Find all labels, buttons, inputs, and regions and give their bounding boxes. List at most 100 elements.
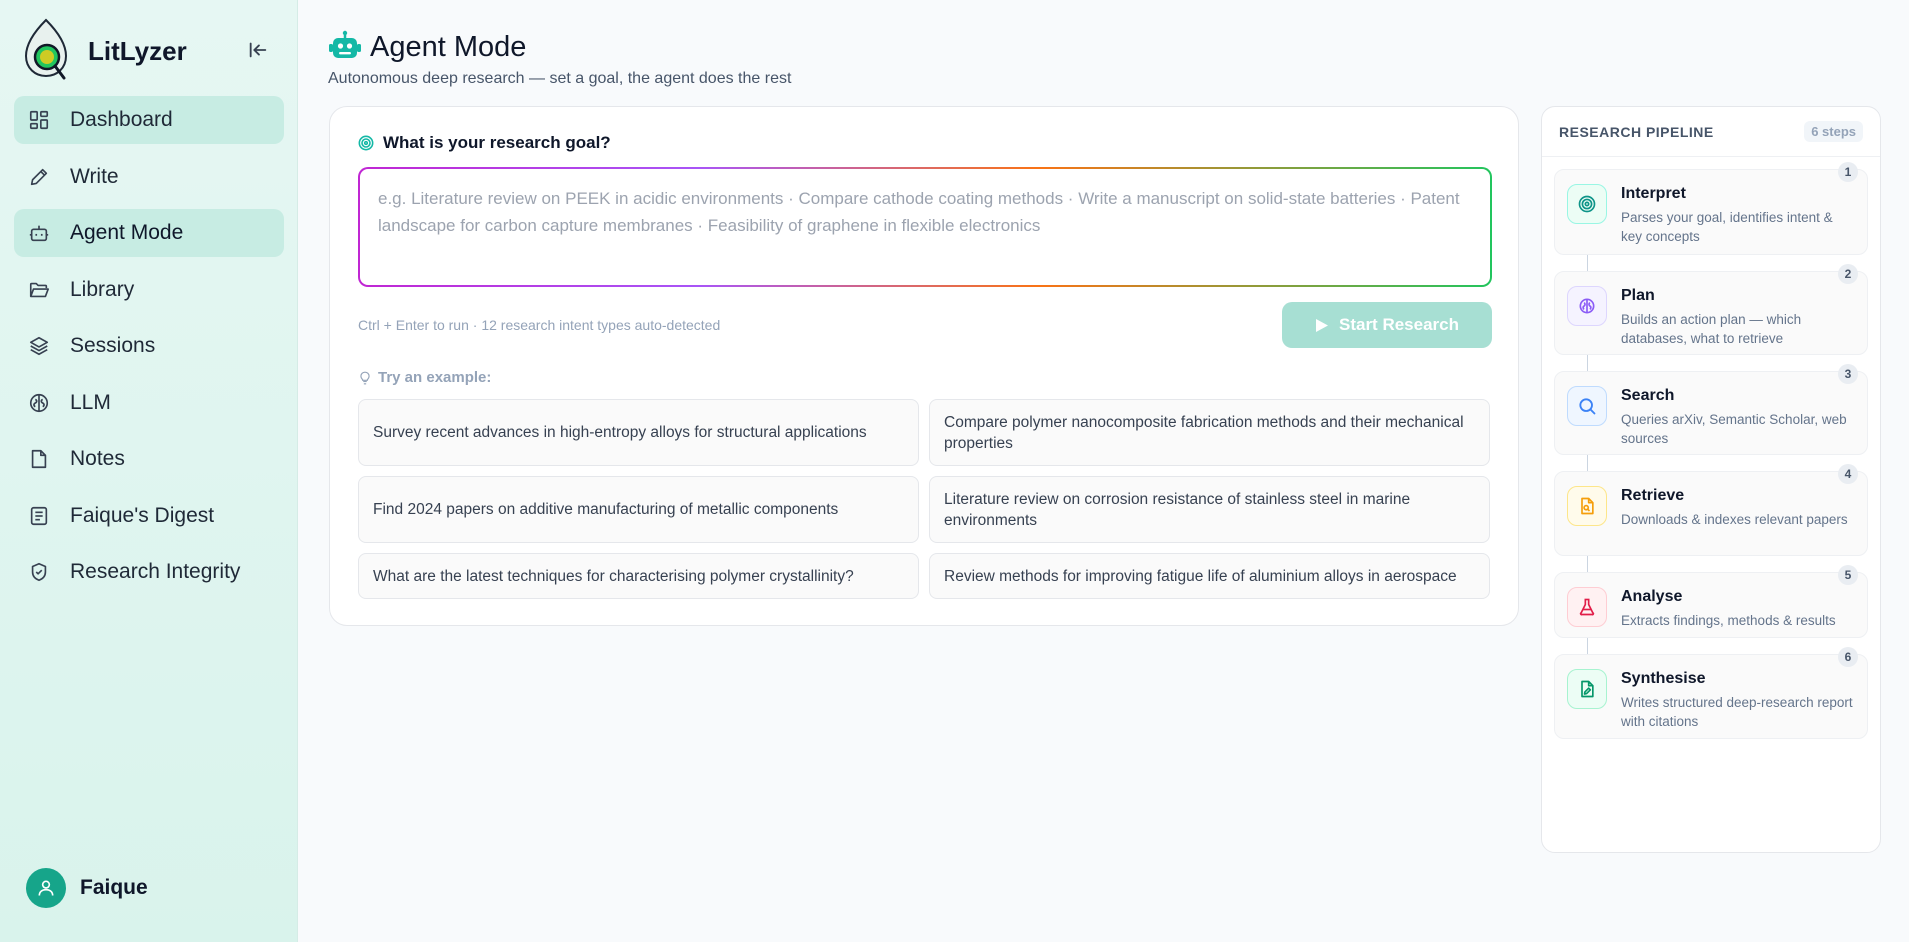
dashboard-icon	[29, 110, 49, 130]
step-description: Queries arXiv, Semantic Scholar, web sou…	[1621, 412, 1847, 446]
collapse-left-icon	[249, 42, 267, 58]
flask-icon	[1579, 598, 1595, 616]
research-pipeline-panel: RESEARCH PIPELINE 6 steps 1 Interpret Pa…	[1541, 106, 1881, 853]
step-description: Writes structured deep-research report w…	[1621, 695, 1853, 729]
user-icon	[38, 880, 54, 896]
sidebar-item-llm[interactable]: LLM	[14, 379, 284, 427]
example-prompts: Survey recent advances in high-entropy a…	[358, 399, 1492, 599]
goal-input-border	[358, 167, 1492, 287]
example-prompt[interactable]: Survey recent advances in high-entropy a…	[358, 399, 919, 466]
sidebar-item-notes[interactable]: Notes	[14, 435, 284, 483]
sidebar-item-dashboard[interactable]: Dashboard	[14, 96, 284, 144]
example-prompt[interactable]: Review methods for improving fatigue lif…	[929, 553, 1490, 599]
example-prompt[interactable]: Literature review on corrosion resistanc…	[929, 476, 1490, 543]
step-icon-box	[1567, 386, 1607, 426]
pipeline-step-plan: 2 Plan Builds an action plan — which dat…	[1554, 264, 1868, 355]
step-icon-box	[1567, 184, 1607, 224]
example-prompt[interactable]: Find 2024 papers on additive manufacturi…	[358, 476, 919, 543]
sidebar-item-sessions[interactable]: Sessions	[14, 322, 284, 370]
step-number: 5	[1838, 565, 1858, 585]
folder-icon	[29, 282, 49, 297]
litlyzer-logo-icon	[24, 18, 68, 80]
pipeline-step-synthesise: 6 Synthesise Writes structured deep-rese…	[1554, 647, 1868, 739]
pencil-icon	[30, 168, 48, 185]
sidebar-item-label: Faique's Digest	[70, 503, 215, 527]
research-goal-input[interactable]	[360, 169, 1490, 285]
sidebar-item-research-integrity[interactable]: Research Integrity	[14, 548, 284, 596]
goal-label: What is your research goal?	[383, 133, 611, 152]
app-name: LitLyzer	[88, 35, 187, 66]
target-icon	[1578, 195, 1596, 213]
sidebar-item-label: Agent Mode	[70, 221, 184, 244]
step-name: Search	[1621, 387, 1675, 404]
step-connector	[1587, 255, 1588, 271]
sidebar-item-label: Research Integrity	[70, 560, 241, 583]
sidebar-item-label: Library	[70, 277, 135, 301]
sidebar-item-digest[interactable]: Faique's Digest	[14, 492, 284, 540]
example-prompt[interactable]: What are the latest techniques for chara…	[358, 553, 919, 599]
layers-icon	[29, 336, 49, 356]
examples-label: Try an example:	[378, 369, 492, 386]
sidebar-nav: Dashboard Write Agent Mode Library Sessi…	[14, 96, 284, 605]
sidebar-item-write[interactable]: Write	[14, 153, 284, 201]
step-connector	[1587, 455, 1588, 471]
step-number: 2	[1838, 264, 1858, 284]
step-connector	[1587, 556, 1588, 572]
research-goal-card: What is your research goal? Ctrl + Enter…	[329, 106, 1519, 626]
lightbulb-icon	[360, 371, 370, 384]
page-subtitle: Autonomous deep research — set a goal, t…	[328, 70, 792, 87]
brain-icon	[29, 393, 49, 412]
pipeline-step-count: 6 steps	[1804, 121, 1863, 142]
search-icon	[1579, 398, 1596, 415]
pipeline-step-analyse: 5 Analyse Extracts findings, methods & r…	[1554, 565, 1868, 638]
step-name: Analyse	[1621, 588, 1683, 605]
sidebar-item-label: Write	[70, 164, 119, 188]
step-connector	[1587, 638, 1588, 654]
step-number: 6	[1838, 647, 1858, 667]
target-icon	[358, 135, 374, 151]
step-name: Interpret	[1621, 185, 1686, 202]
step-name: Plan	[1621, 287, 1655, 304]
step-description: Parses your goal, identifies intent & ke…	[1621, 210, 1833, 244]
file-pen-icon	[1581, 680, 1594, 698]
pipeline-step-retrieve: 4 Retrieve Downloads & indexes relevant …	[1554, 464, 1868, 556]
step-connector	[1587, 355, 1588, 371]
pipeline-step-search: 3 Search Queries arXiv, Semantic Scholar…	[1554, 364, 1868, 455]
sidebar-item-label: LLM	[70, 390, 111, 414]
start-research-label: Start Research	[1338, 315, 1459, 334]
file-search-icon	[1581, 497, 1594, 515]
sidebar-item-label: Sessions	[70, 334, 156, 357]
example-prompt[interactable]: Compare polymer nanocomposite fabricatio…	[929, 399, 1490, 466]
sidebar-item-label: Notes	[70, 447, 125, 470]
step-icon-box	[1567, 486, 1607, 526]
brain-icon	[1579, 298, 1595, 314]
step-number: 3	[1838, 364, 1858, 384]
sidebar-item-agent-mode[interactable]: Agent Mode	[14, 209, 284, 257]
page-title: Agent Mode	[370, 30, 527, 63]
collapse-sidebar-button[interactable]	[244, 36, 272, 64]
step-name: Retrieve	[1621, 487, 1685, 504]
note-icon	[31, 449, 47, 469]
brand[interactable]: LitLyzer	[20, 18, 187, 84]
step-description: Downloads & indexes relevant papers	[1621, 512, 1848, 527]
shield-check-icon	[31, 562, 47, 582]
play-icon	[1315, 318, 1328, 332]
step-icon-box	[1567, 587, 1607, 627]
sidebar: LitLyzer Dashboard Write Agent Mode Libr…	[0, 0, 298, 942]
bot-icon	[29, 225, 49, 242]
pipeline-steps: 1 Interpret Parses your goal, identifies…	[1554, 162, 1868, 739]
sidebar-item-library[interactable]: Library	[14, 266, 284, 314]
avatar	[26, 868, 66, 908]
user-name: Faique	[80, 876, 148, 899]
step-number: 4	[1838, 464, 1858, 484]
page-header: Agent Mode Autonomous deep research — se…	[328, 30, 791, 88]
sidebar-item-label: Dashboard	[70, 108, 173, 131]
step-number: 1	[1838, 162, 1858, 182]
start-research-button[interactable]: Start Research	[1282, 302, 1492, 348]
step-icon-box	[1567, 669, 1607, 709]
pipeline-step-interpret: 1 Interpret Parses your goal, identifies…	[1554, 162, 1868, 255]
user-profile[interactable]: Faique	[26, 868, 148, 908]
pipeline-title: RESEARCH PIPELINE	[1559, 123, 1714, 140]
step-description: Extracts findings, methods & results	[1621, 613, 1836, 628]
robot-icon	[329, 30, 361, 58]
